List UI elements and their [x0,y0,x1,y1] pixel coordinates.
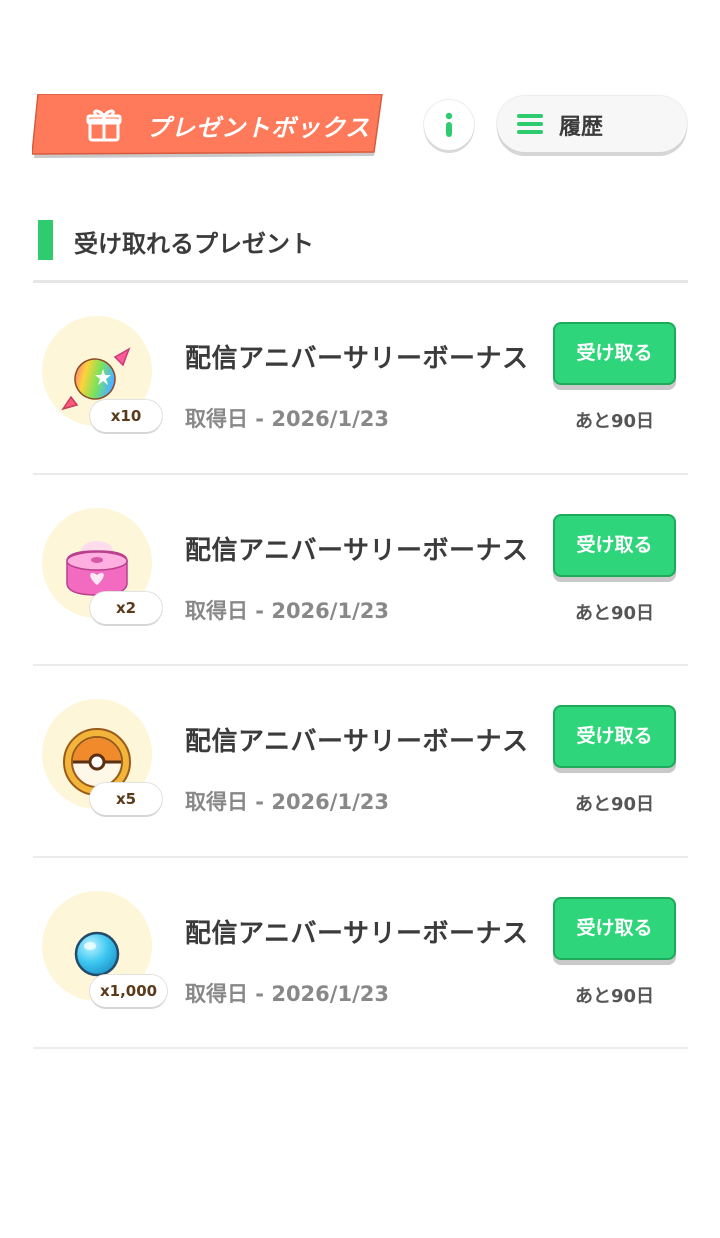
quantity-badge: x2 [90,591,162,624]
claim-button[interactable]: 受け取る [553,322,676,385]
claim-button[interactable]: 受け取る [553,513,676,577]
hamburger-menu-icon [517,114,543,134]
item-name: 配信アニバーサリーボーナス [185,344,529,374]
section-header: 受け取れるプレゼント [38,218,688,262]
section-accent-bar [38,220,53,260]
item-name: 配信アニバーサリーボーナス [185,918,529,949]
present-list: x10 配信アニバーサリーボーナス 取得日 - 2026/1/23 受け取る あ… [33,283,688,1049]
remaining-days: あと90日 [574,602,655,624]
quantity-badge: x1,000 [90,974,168,1007]
info-icon [445,112,453,137]
history-button[interactable]: 履歴 [497,96,687,152]
item-name: 配信アニバーサリーボーナス [185,535,529,566]
info-button[interactable] [424,100,474,150]
header: プレゼントボックス 履歴 [0,0,720,180]
received-date: 取得日 - 2026/1/23 [185,790,389,814]
present-row: x1,000 配信アニバーサリーボーナス 取得日 - 2026/1/23 受け取… [33,858,688,1049]
section-title: 受け取れるプレゼント [74,230,314,258]
gift-icon [86,109,122,142]
received-date: 取得日 - 2026/1/23 [185,598,389,623]
claim-button[interactable]: 受け取る [553,705,676,768]
page-title: プレゼントボックス [146,114,371,142]
item-name: 配信アニバーサリーボーナス [185,727,529,757]
remaining-days: あと90日 [574,794,655,815]
received-date: 取得日 - 2026/1/23 [185,981,389,1006]
present-row: x5 配信アニバーサリーボーナス 取得日 - 2026/1/23 受け取る あと… [33,666,688,858]
quantity-badge: x10 [90,400,162,432]
remaining-days: あと90日 [574,985,655,1007]
claim-button[interactable]: 受け取る [553,896,676,960]
received-date: 取得日 - 2026/1/23 [185,407,389,431]
history-label: 履歴 [559,115,604,140]
present-row: x10 配信アニバーサリーボーナス 取得日 - 2026/1/23 受け取る あ… [33,283,688,475]
quantity-badge: x5 [90,783,162,815]
remaining-days: あと90日 [574,411,655,432]
present-row: x2 配信アニバーサリーボーナス 取得日 - 2026/1/23 受け取る あと… [33,475,688,666]
present-box-title-tag: プレゼントボックス [32,94,383,158]
